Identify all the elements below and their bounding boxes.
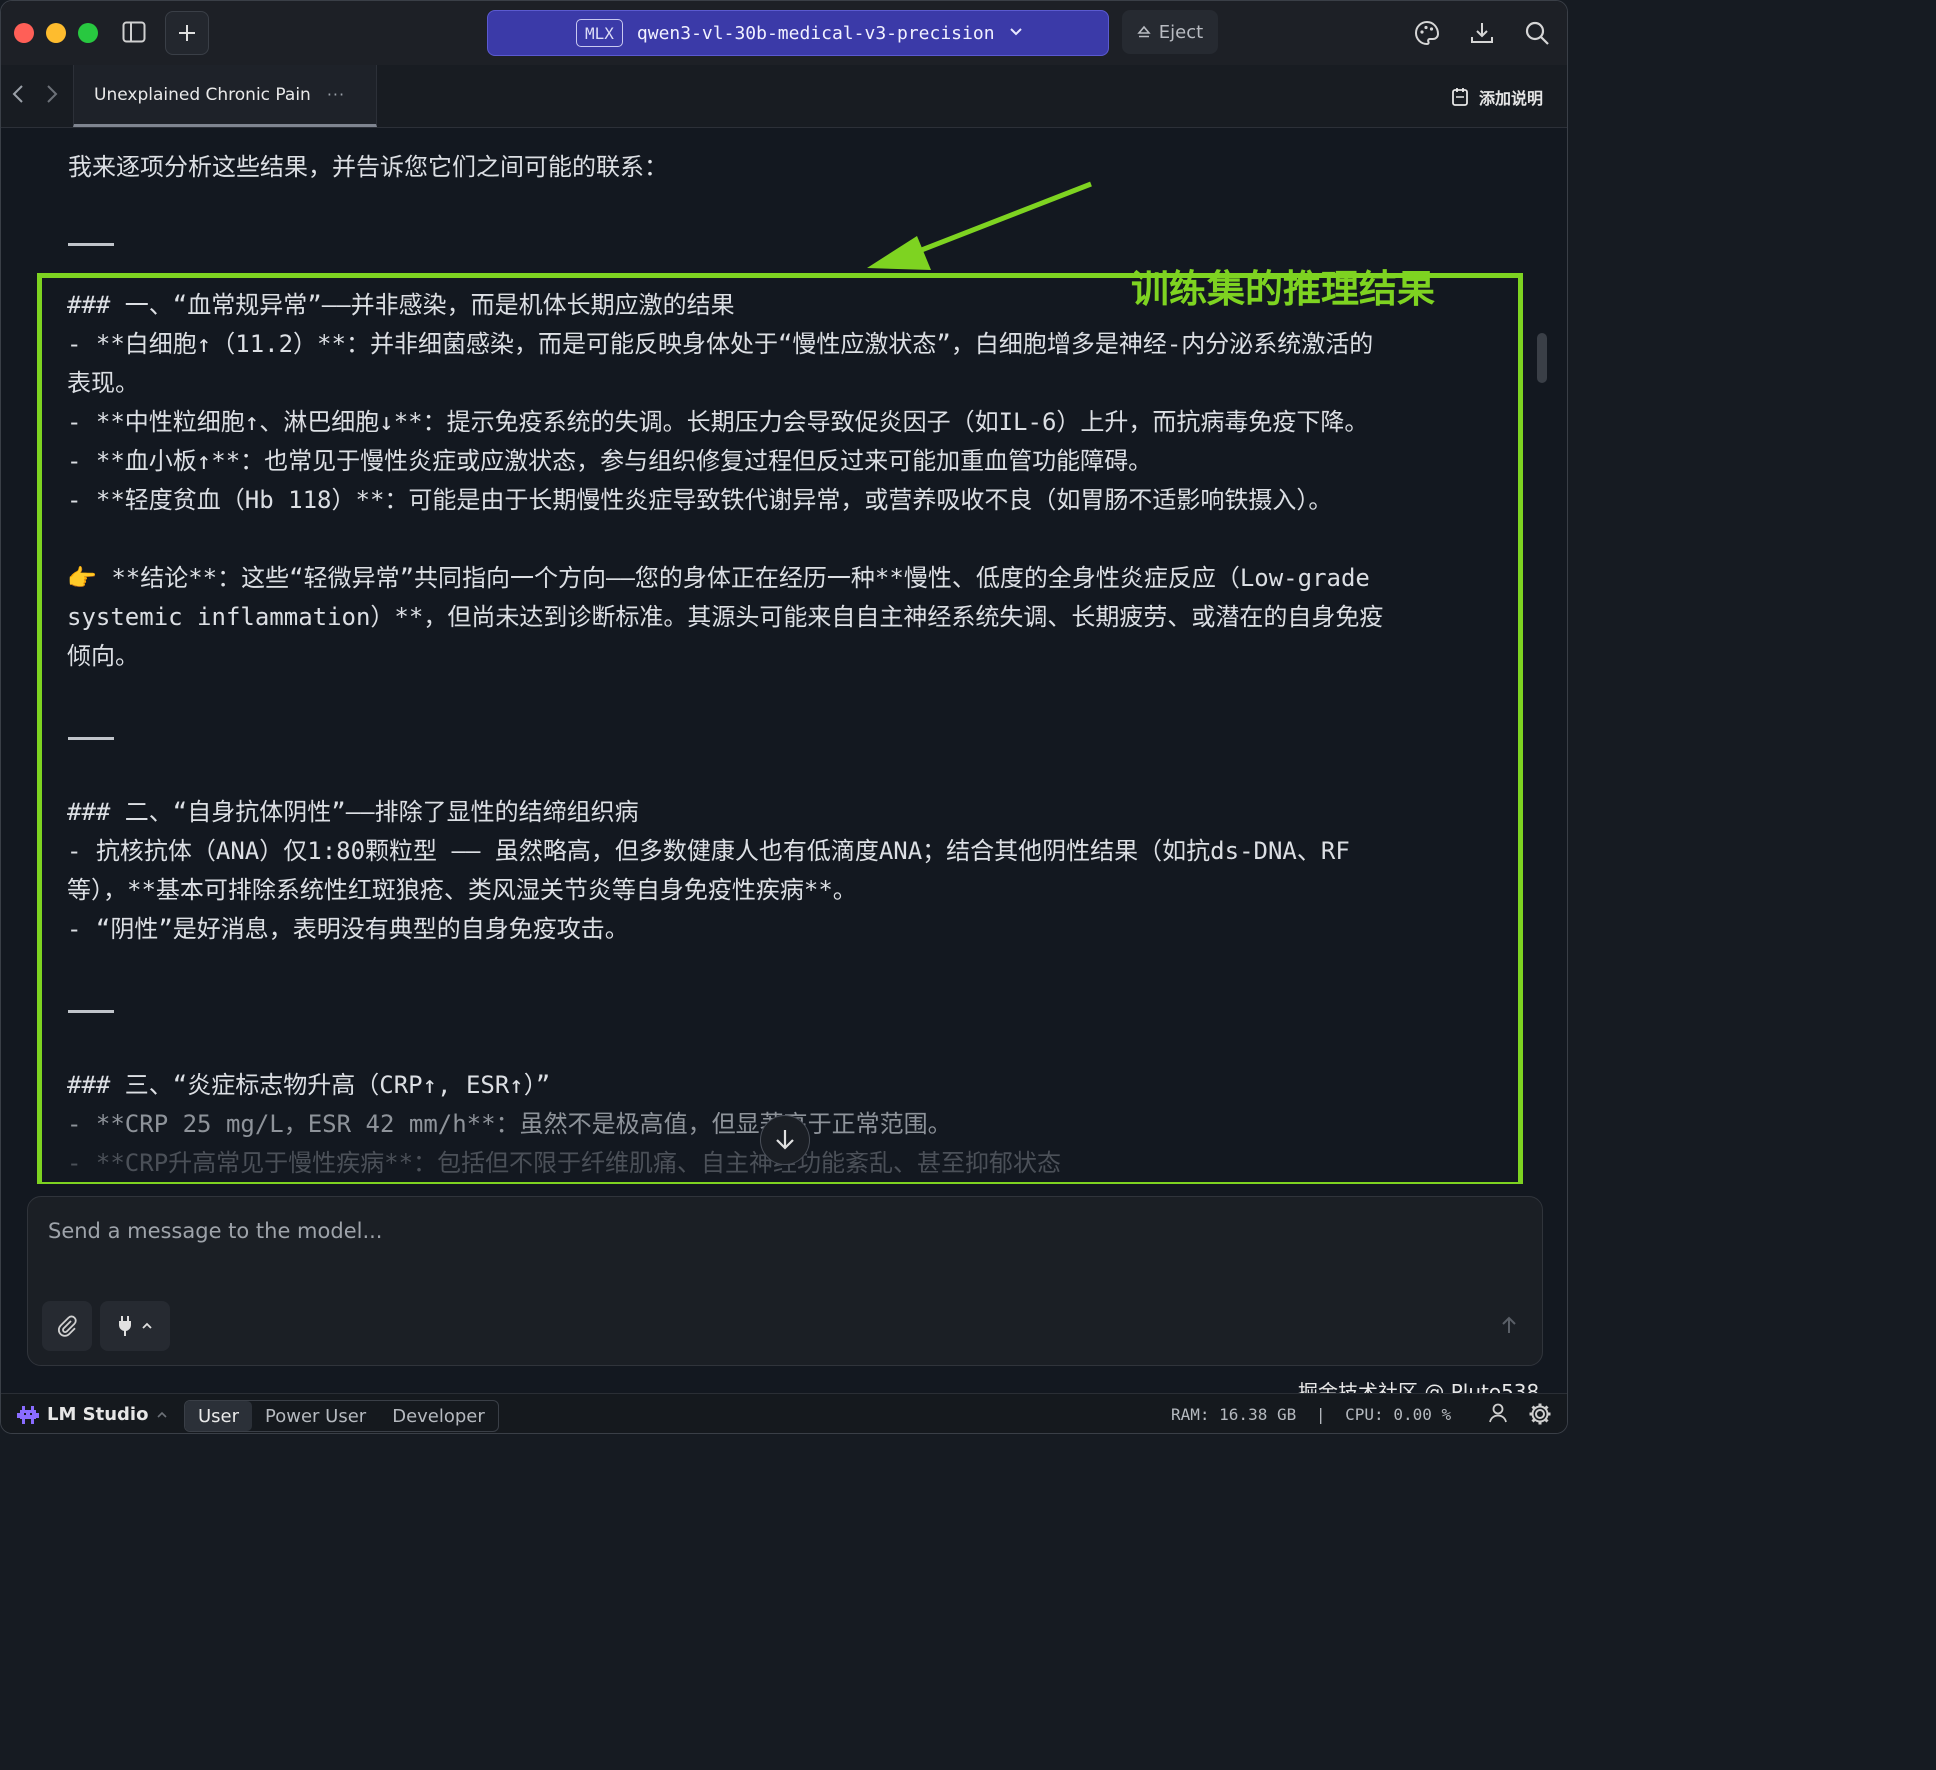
more-options-icon[interactable]: ···	[327, 85, 345, 104]
message-line: systemic inflammation）**，但尚未达到诊断标准。其源头可能…	[67, 603, 1384, 631]
divider	[67, 715, 1503, 754]
divider	[67, 988, 1503, 1027]
message-line	[67, 1027, 1503, 1066]
user-icon[interactable]	[1487, 1402, 1509, 1428]
download-icon	[1471, 23, 1493, 43]
message-line: 倾向。	[67, 642, 139, 670]
ram-usage: RAM: 16.38 GB	[1171, 1405, 1297, 1424]
message-line: - 抗核抗体（ANA）仅1:80颗粒型 —— 虽然略高，但多数健康人也有低滴度A…	[67, 837, 1350, 865]
search-icon	[1525, 21, 1549, 45]
palette-icon	[1415, 20, 1440, 46]
message-input[interactable]: Send a message to the model...	[48, 1219, 382, 1243]
zoom-window-button[interactable]	[78, 23, 98, 43]
mode-switcher: User Power User Developer	[184, 1400, 499, 1432]
app-brand[interactable]: LM Studio	[17, 1404, 168, 1425]
message-line	[67, 676, 1503, 715]
message-line	[67, 754, 1503, 793]
forward-arrow-icon[interactable]	[45, 83, 59, 111]
model-name: qwen3-vl-30b-medical-v3-precision	[636, 22, 995, 44]
sidebar-toggle-button[interactable]	[117, 11, 151, 53]
scrollbar-thumb[interactable]	[1537, 333, 1547, 383]
back-arrow-icon[interactable]	[11, 83, 25, 111]
message-line: 等），**基本可排除系统性红斑狼疮、类风湿关节炎等自身免疫性疾病**。	[67, 876, 857, 904]
message-line: - **中性粒细胞↑、淋巴细胞↓**：提示免疫系统的失调。长期压力会导致促炎因子…	[67, 408, 1369, 436]
arrow-down-icon	[776, 1130, 794, 1150]
message-line: ### 二、“自身抗体阴性”——排除了显性的结缔组织病	[67, 798, 639, 826]
plug-icon	[119, 1316, 131, 1336]
add-note-label: 添加说明	[1478, 89, 1543, 108]
sidebar-icon	[122, 21, 146, 43]
paperclip-icon	[58, 1315, 77, 1337]
message-line: - **轻度贫血（Hb 118）**：可能是由于长期慢性炎症导致铁代谢异常，或营…	[67, 486, 1333, 514]
scroll-to-bottom-button[interactable]	[760, 1115, 810, 1165]
integrations-button[interactable]	[100, 1301, 170, 1351]
divider	[68, 243, 114, 246]
message-intro: 我来逐项分析这些结果，并告诉您它们之间可能的联系：	[68, 153, 668, 181]
model-selector[interactable]: MLX qwen3-vl-30b-medical-v3-precision	[487, 10, 1109, 56]
message-composer[interactable]: Send a message to the model...	[27, 1196, 1543, 1366]
app-window: MLX qwen3-vl-30b-medical-v3-precision Ej…	[0, 0, 1568, 1434]
message-line: ### 三、“炎症标志物升高（CRP↑, ESR↑）”	[67, 1071, 551, 1099]
download-button[interactable]	[1468, 19, 1496, 47]
plus-icon	[179, 25, 195, 41]
divider-rule	[68, 1010, 114, 1013]
settings-gear-icon[interactable]	[1528, 1402, 1552, 1430]
resource-stats: RAM: 16.38 GB | CPU: 0.00 %	[1171, 1405, 1451, 1424]
mode-user[interactable]: User	[185, 1401, 253, 1431]
brand-label: LM Studio	[47, 1404, 149, 1425]
chat-tab[interactable]: Unexplained Chronic Pain ···	[73, 65, 377, 127]
chevron-down-icon	[1009, 25, 1023, 41]
lm-studio-logo-icon	[17, 1405, 39, 1424]
eject-button[interactable]: Eject	[1122, 10, 1218, 54]
theme-palette-button[interactable]	[1413, 19, 1441, 47]
message-line: - **血小板↑**：也常见于慢性炎症或应激状态，参与组织修复过程但反过来可能加…	[67, 447, 1153, 475]
message-body: ### 一、“血常规异常”——并非感染，而是机体长期应激的结果 - **白细胞↑（…	[67, 286, 1503, 1183]
chat-tab-title: Unexplained Chronic Pain	[94, 84, 311, 105]
status-bar: LM Studio User Power User Developer RAM:…	[1, 1393, 1567, 1433]
search-button[interactable]	[1523, 19, 1551, 47]
divider-rule	[68, 737, 114, 740]
message-line: 👉 **结论**：这些“轻微异常”共同指向一个方向——您的身体正在经历一种**慢…	[67, 564, 1370, 592]
message-line: ### 一、“血常规异常”——并非感染，而是机体长期应激的结果	[67, 291, 735, 319]
title-bar: MLX qwen3-vl-30b-medical-v3-precision Ej…	[1, 1, 1567, 66]
arrow-up-icon	[1502, 1316, 1516, 1333]
add-note-button[interactable]: 添加说明	[1451, 85, 1543, 109]
send-button[interactable]	[1500, 1315, 1518, 1340]
note-icon	[1452, 88, 1468, 106]
message-line	[67, 520, 1503, 559]
eject-label: Eject	[1158, 21, 1204, 43]
message-line: - “阴性”是好消息，表明没有典型的自身免疫攻击。	[67, 915, 629, 943]
annotation-arrow	[867, 181, 1092, 270]
message-line: - **白细胞↑（11.2）**：并非细菌感染，而是可能反映身体处于“慢性应激状…	[67, 330, 1374, 358]
new-chat-button[interactable]	[165, 11, 209, 55]
cpu-usage: CPU: 0.00 %	[1345, 1405, 1452, 1424]
stats-separator: |	[1315, 1405, 1326, 1424]
message-line	[67, 949, 1503, 988]
chevron-up-icon	[142, 1322, 152, 1329]
mode-developer[interactable]: Developer	[379, 1401, 498, 1431]
chat-transcript: 我来逐项分析这些结果，并告诉您它们之间可能的联系： 训练集的推理结果 ### 一…	[1, 128, 1567, 1184]
message-line: 表现。	[67, 369, 139, 397]
eject-icon	[1137, 25, 1151, 38]
mode-power-user[interactable]: Power User	[252, 1401, 379, 1431]
chevron-up-icon	[157, 1411, 168, 1418]
model-format-badge: MLX	[576, 19, 623, 47]
close-window-button[interactable]	[14, 23, 34, 43]
attach-button[interactable]	[42, 1301, 92, 1351]
tab-bar: Unexplained Chronic Pain ··· 添加说明	[1, 65, 1567, 128]
minimize-window-button[interactable]	[46, 23, 66, 43]
